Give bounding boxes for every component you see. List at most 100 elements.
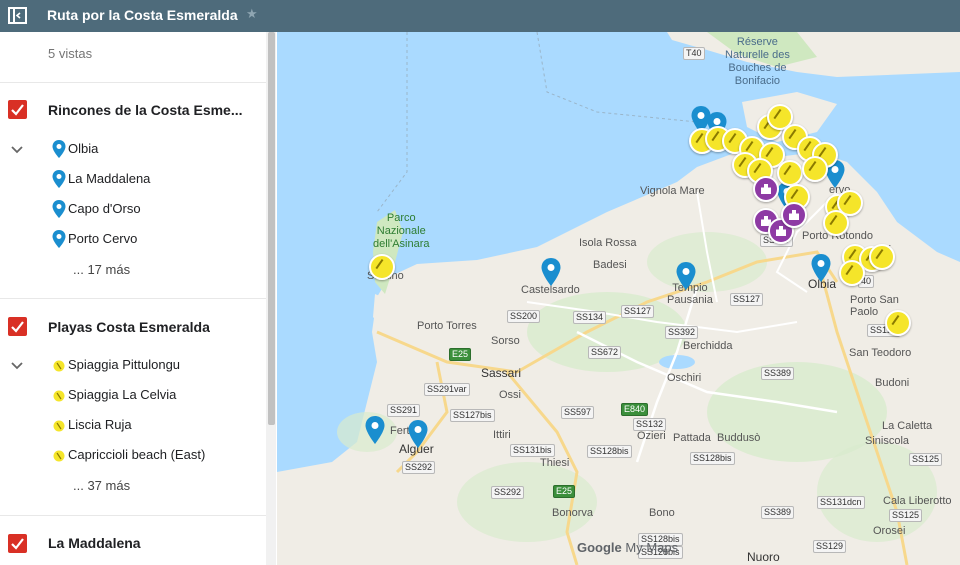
layer-checkbox[interactable] [8,317,27,336]
attraction-marker-icon[interactable] [781,202,807,228]
item-label: Porto Cervo [68,231,138,246]
map-label-sassari: Sassari [481,366,522,380]
blue-pin-icon [52,200,66,218]
map-label-sorso: Sorso [491,335,520,347]
map-label-oschiri: Oschiri [667,372,702,384]
layer-title[interactable]: Playas Costa Esmeralda [48,319,210,335]
map-label-isola-rossa: Isola Rossa [579,237,637,249]
road-shield: SS200 [507,310,541,323]
road-shield: SS128bis [587,445,632,458]
layer-checkbox[interactable] [8,534,27,553]
road-shield: SS128bis [690,452,735,465]
road-shield: SS131dcn [817,496,865,509]
road-shield: SS132 [633,418,667,431]
star-icon[interactable]: ★ [246,6,258,22]
road-shield: SS672 [588,346,622,359]
road-shield: E25 [553,485,576,498]
map-label-orosei: Orosei [873,525,906,537]
road-shield: SS392 [665,326,699,339]
attraction-marker-icon[interactable] [753,176,779,202]
map-label-budoni: Budoni [875,377,910,389]
item-label: Spiaggia La Celvia [68,387,177,402]
beach-marker-icon[interactable] [885,310,911,336]
blue-pin-icon[interactable] [541,258,561,286]
beach-marker-icon[interactable] [823,210,849,236]
map-label-cala-liberotto: Cala Liberotto [883,495,952,507]
road-shield: SS127 [730,293,764,306]
map-title[interactable]: Ruta por la Costa Esmeralda [47,7,238,23]
more-link[interactable]: ... 37 más [73,478,130,493]
road-shield: SS597 [561,406,595,419]
top-bar: Ruta por la Costa Esmeralda ★ [0,0,960,32]
map-label-porto-torres: Porto Torres [417,320,477,332]
layer-checkbox[interactable] [8,100,27,119]
map-label-reserve: Réserve Naturelle des Bouches de Bonifac… [725,36,790,87]
beach-marker-icon[interactable] [839,260,865,286]
road-shield: SS292 [491,486,525,499]
view-count: 5 vistas [48,46,93,61]
layer-title[interactable]: La Maddalena [48,535,141,551]
blue-pin-icon[interactable] [676,262,696,290]
road-shield: SS127bis [450,409,495,422]
chevron-down-icon[interactable] [10,361,24,371]
blue-pin-icon [52,230,66,248]
item-label: La Maddalena [68,171,151,186]
layer-title[interactable]: Rincones de la Costa Esme... [48,102,243,118]
blue-pin-icon[interactable] [811,254,831,282]
map-label-siniscola: Siniscola [865,435,910,447]
beach-icon [53,450,65,462]
map-canvas[interactable]: Réserve Naturelle des Bouches de Bonifac… [277,32,960,565]
map-label-pattada: Pattada [673,432,711,444]
chevron-down-icon[interactable] [10,145,24,155]
beach-marker-icon[interactable] [369,254,395,280]
map-label-nuoro: Nuoro [747,550,780,564]
item-label: Spiaggia Pittulongu [68,357,181,372]
map-label-bonorva: Bonorva [552,507,593,519]
item-label: Capo d'Orso [68,201,141,216]
road-shield: SS127 [621,305,655,318]
map-label-park: Parco Nazionale dell'Asinara [373,212,430,250]
road-shield: SS389 [761,506,795,519]
road-shield: SS134 [573,311,607,324]
beach-icon [53,390,65,402]
road-shield: SS291var [424,383,470,396]
beach-marker-icon[interactable] [777,160,803,186]
map-label-la-caletta: La Caletta [882,420,933,432]
road-shield: E25 [449,348,472,361]
legend-panel: 5 vistas Rincones de la Costa Esme... Ol… [0,32,278,565]
map-label-thiesi: Thiesi [540,457,570,469]
map-label-ozieri: Ozieri [637,430,666,442]
road-shield: E840 [621,403,649,416]
item-label: Liscia Ruja [68,417,132,432]
blue-pin-icon [52,140,66,158]
divider [0,515,266,516]
map-label-ossi: Ossi [499,389,521,401]
collapse-panel-icon[interactable] [7,5,29,27]
road-shield: SS129 [813,540,847,553]
road-shield: SS131bis [510,444,555,457]
map-label-san-teodoro: San Teodoro [849,347,912,359]
map-label-vignola: Vignola Mare [640,185,705,197]
road-shield: SS125 [909,453,943,466]
scrollbar-thumb[interactable] [268,32,275,425]
google-my-maps-logo: Google My Maps [577,540,679,555]
divider [0,82,266,83]
divider [0,298,266,299]
road-shield: T40 [683,47,705,60]
road-shield: SS125 [889,509,923,522]
blue-pin-icon[interactable] [365,416,385,444]
map-label-bono: Bono [649,507,675,519]
blue-pin-icon[interactable] [408,420,428,448]
road-shield: SS389 [761,367,795,380]
map-label-budduso: Buddusò [717,432,761,444]
beach-icon [53,360,65,372]
more-link[interactable]: ... 17 más [73,262,130,277]
blue-pin-icon [52,170,66,188]
item-label: Olbia [68,141,99,156]
map-label-badesi: Badesi [593,259,627,271]
beach-icon [53,420,65,432]
beach-marker-icon[interactable] [802,156,828,182]
map-label-ittiri: Ittiri [493,429,511,441]
road-shield: SS292 [402,461,436,474]
beach-marker-icon[interactable] [869,244,895,270]
